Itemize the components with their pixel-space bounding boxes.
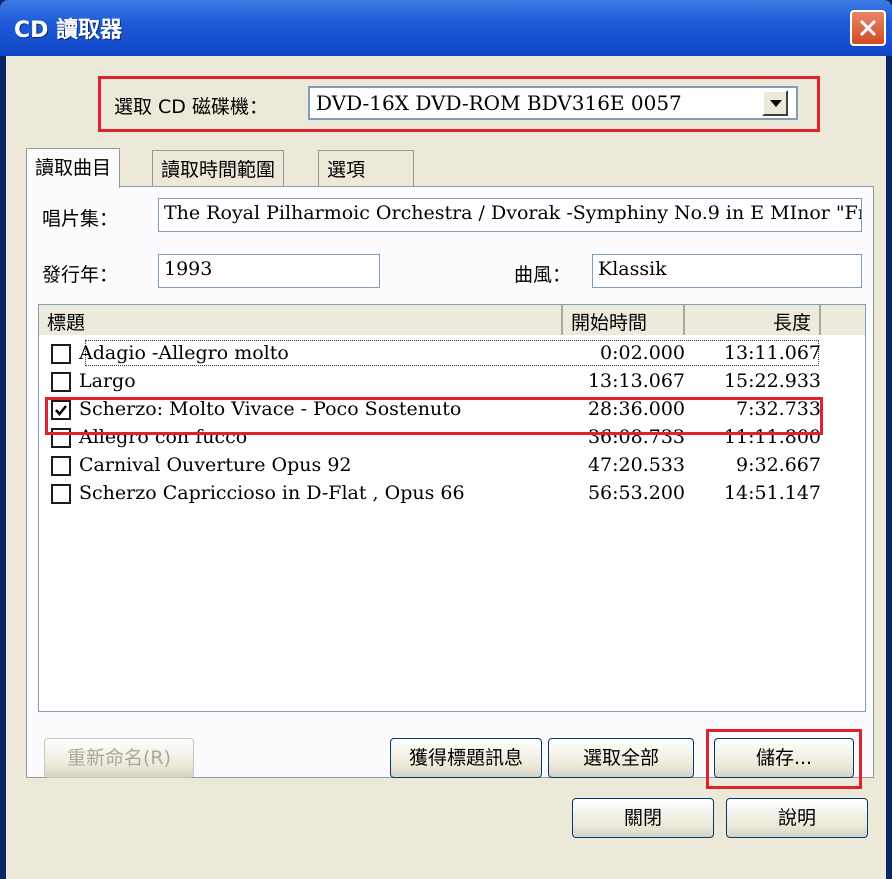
track-row[interactable]: Largo 13:13.067 15:22.933: [39, 367, 865, 395]
track-checkbox[interactable]: [51, 484, 71, 504]
focus-rect: [85, 340, 819, 366]
tab-label: 讀取時間範圍: [161, 159, 276, 181]
tab-options[interactable]: 選項: [318, 150, 414, 186]
select-all-button[interactable]: 選取全部: [548, 738, 694, 778]
help-button[interactable]: 說明: [726, 798, 868, 838]
close-button[interactable]: 關閉: [572, 798, 714, 838]
track-title: Scherzo Capriccioso in D-Flat , Opus 66: [79, 482, 465, 504]
rename-button[interactable]: 重新命名(R): [44, 738, 194, 778]
track-length: 9:32.667: [736, 454, 821, 476]
track-length: 14:51.147: [723, 482, 821, 504]
track-title: Largo: [79, 370, 136, 392]
genre-field[interactable]: Klassik: [592, 254, 862, 288]
close-icon: [859, 19, 877, 37]
year-value: 1993: [164, 258, 213, 280]
track-start: 47:20.533: [587, 454, 685, 476]
track-title: Carnival Ouverture Opus 92: [79, 454, 352, 476]
dialog-body: 選取 CD 磁碟機： DVD-16X DVD-ROM BDV316E 0057 …: [6, 56, 886, 879]
genre-value: Klassik: [598, 258, 667, 280]
track-row[interactable]: Scherzo Capriccioso in D-Flat , Opus 66 5…: [39, 479, 865, 507]
album-label: 唱片集：: [42, 208, 119, 230]
drive-selected-value: DVD-16X DVD-ROM BDV316E 0057: [316, 91, 682, 115]
column-header-title[interactable]: 標題: [39, 305, 563, 335]
drive-dropdown-button[interactable]: [762, 90, 788, 116]
track-start: 13:13.067: [587, 370, 685, 392]
album-field[interactable]: The Royal Pilharmoic Orchestra / Dvorak …: [158, 198, 862, 232]
get-titles-button[interactable]: 獲得標題訊息: [390, 738, 542, 778]
tab-label: 選項: [327, 159, 366, 181]
year-field[interactable]: 1993: [158, 254, 380, 288]
album-value: The Royal Pilharmoic Orchestra / Dvorak …: [164, 202, 862, 224]
title-bar[interactable]: CD 讀取器: [0, 0, 892, 56]
tab-read-time-range[interactable]: 讀取時間範圍: [152, 150, 285, 186]
selected-track-highlight-box: [45, 397, 823, 435]
column-header-start[interactable]: 開始時間: [563, 305, 685, 335]
track-start: 56:53.200: [587, 482, 685, 504]
tab-label: 讀取曲目: [35, 157, 112, 179]
track-checkbox[interactable]: [51, 372, 71, 392]
drive-label: 選取 CD 磁碟機：: [114, 96, 268, 118]
track-checkbox[interactable]: [51, 456, 71, 476]
track-checkbox[interactable]: [51, 344, 71, 364]
track-row[interactable]: Carnival Ouverture Opus 92 47:20.533 9:32.…: [39, 451, 865, 479]
track-length: 15:22.933: [723, 370, 821, 392]
track-list-header: 標題 開始時間 長度: [39, 305, 865, 335]
window-title: CD 讀取器: [14, 18, 123, 43]
save-button[interactable]: 儲存...: [714, 738, 854, 778]
column-header-length[interactable]: 長度: [685, 305, 821, 335]
tab-read-tracks[interactable]: 讀取曲目: [26, 148, 121, 188]
genre-label: 曲風：: [514, 264, 572, 286]
track-list[interactable]: 標題 開始時間 長度 Adagio -Allegro molto 0:02.000…: [38, 304, 866, 712]
drive-select[interactable]: DVD-16X DVD-ROM BDV316E 0057: [308, 86, 798, 120]
year-label: 發行年：: [42, 264, 119, 286]
chevron-down-icon: [770, 100, 782, 107]
column-header-filler: [821, 305, 865, 335]
close-window-button[interactable]: [850, 10, 886, 46]
cd-reader-window: CD 讀取器 選取 CD 磁碟機： DVD-16X DVD-ROM BDV316…: [0, 0, 892, 879]
